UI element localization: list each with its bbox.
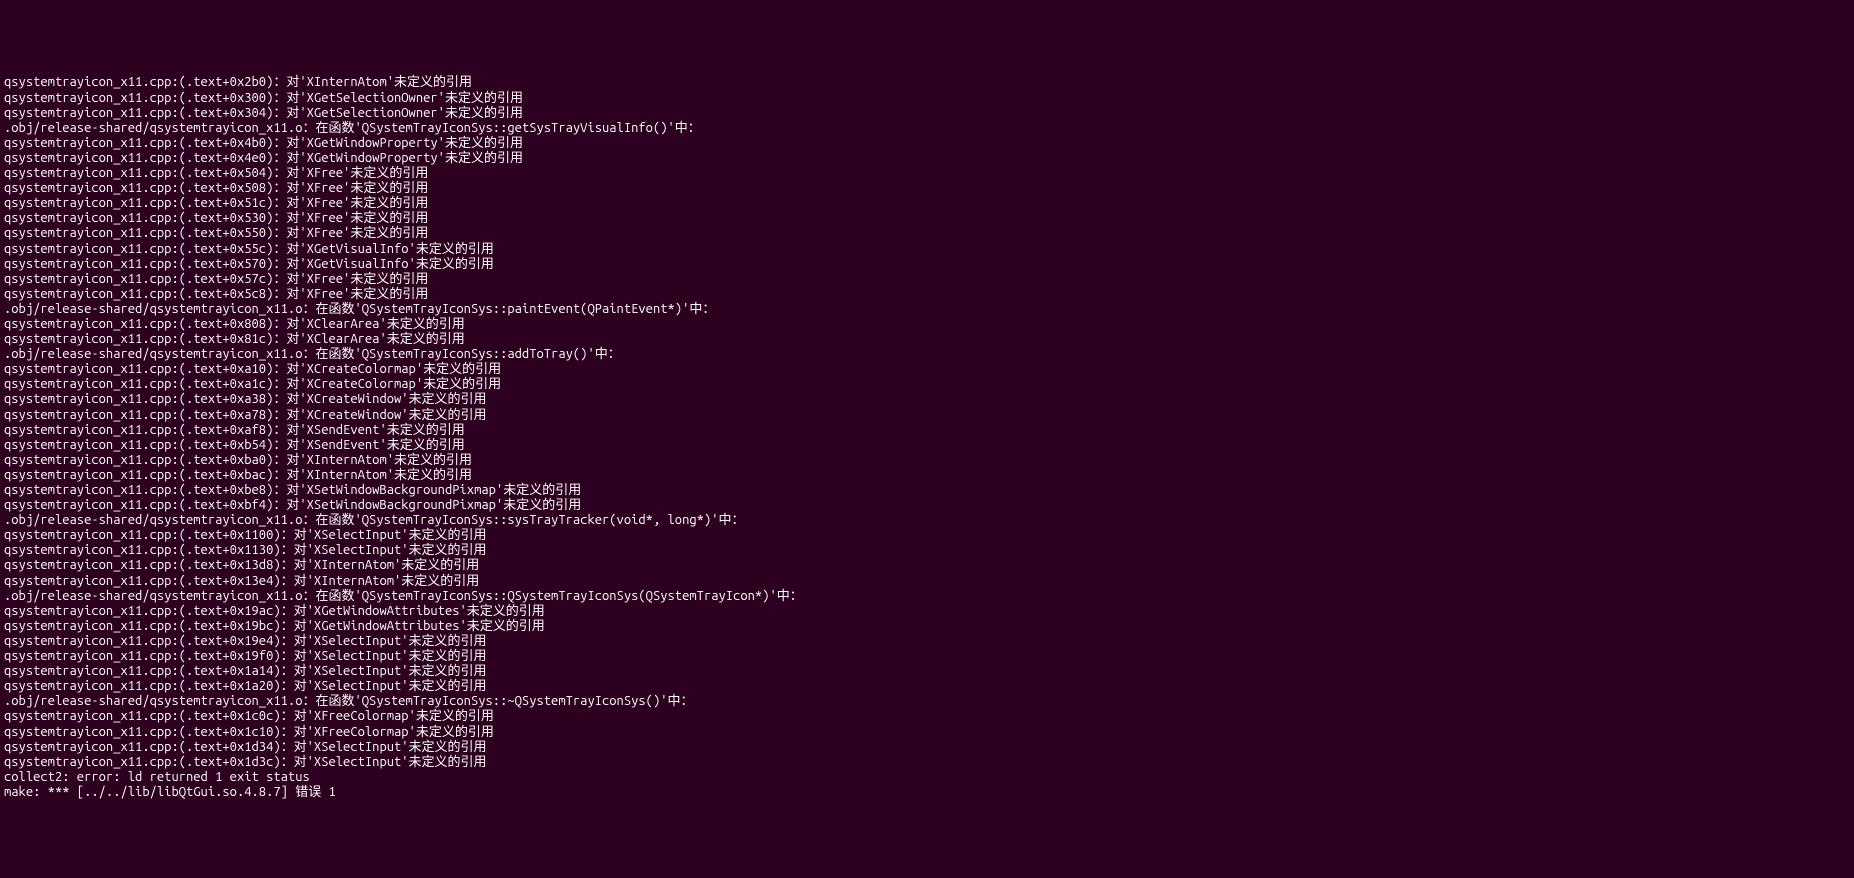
terminal-line: qsystemtrayicon_x11.cpp:(.text+0x300)：对'… xyxy=(4,91,1850,106)
terminal-line: qsystemtrayicon_x11.cpp:(.text+0x304)：对'… xyxy=(4,106,1850,121)
terminal-line: qsystemtrayicon_x11.cpp:(.text+0x4b0)：对'… xyxy=(4,136,1850,151)
terminal-line: qsystemtrayicon_x11.cpp:(.text+0x81c)：对'… xyxy=(4,332,1850,347)
terminal-line: qsystemtrayicon_x11.cpp:(.text+0x1d3c)：对… xyxy=(4,755,1850,770)
terminal-output[interactable]: qsystemtrayicon_x11.cpp:(.text+0x2b0)：对'… xyxy=(0,75,1854,800)
terminal-line: qsystemtrayicon_x11.cpp:(.text+0xba0)：对'… xyxy=(4,453,1850,468)
terminal-line: qsystemtrayicon_x11.cpp:(.text+0x1c0c)：对… xyxy=(4,709,1850,724)
terminal-line: qsystemtrayicon_x11.cpp:(.text+0x508)：对'… xyxy=(4,181,1850,196)
terminal-line: qsystemtrayicon_x11.cpp:(.text+0x5c8)：对'… xyxy=(4,287,1850,302)
terminal-line: qsystemtrayicon_x11.cpp:(.text+0x51c)：对'… xyxy=(4,196,1850,211)
terminal-line: qsystemtrayicon_x11.cpp:(.text+0x1c10)：对… xyxy=(4,725,1850,740)
terminal-line: .obj/release-shared/qsystemtrayicon_x11.… xyxy=(4,589,1850,604)
terminal-line: qsystemtrayicon_x11.cpp:(.text+0x530)：对'… xyxy=(4,211,1850,226)
terminal-line: qsystemtrayicon_x11.cpp:(.text+0xbe8)：对'… xyxy=(4,483,1850,498)
terminal-line: qsystemtrayicon_x11.cpp:(.text+0xbac)：对'… xyxy=(4,468,1850,483)
terminal-line: qsystemtrayicon_x11.cpp:(.text+0x1130)：对… xyxy=(4,543,1850,558)
terminal-line: .obj/release-shared/qsystemtrayicon_x11.… xyxy=(4,513,1850,528)
terminal-line: qsystemtrayicon_x11.cpp:(.text+0x1d34)：对… xyxy=(4,740,1850,755)
terminal-line: qsystemtrayicon_x11.cpp:(.text+0x55c)：对'… xyxy=(4,242,1850,257)
terminal-line: qsystemtrayicon_x11.cpp:(.text+0xb54)：对'… xyxy=(4,438,1850,453)
terminal-line: qsystemtrayicon_x11.cpp:(.text+0x13d8)：对… xyxy=(4,558,1850,573)
terminal-line: qsystemtrayicon_x11.cpp:(.text+0x13e4)：对… xyxy=(4,574,1850,589)
terminal-line: qsystemtrayicon_x11.cpp:(.text+0x550)：对'… xyxy=(4,226,1850,241)
terminal-line: qsystemtrayicon_x11.cpp:(.text+0xa1c)：对'… xyxy=(4,377,1850,392)
terminal-line: qsystemtrayicon_x11.cpp:(.text+0xa10)：对'… xyxy=(4,362,1850,377)
terminal-line: .obj/release-shared/qsystemtrayicon_x11.… xyxy=(4,694,1850,709)
terminal-line: qsystemtrayicon_x11.cpp:(.text+0x19e4)：对… xyxy=(4,634,1850,649)
terminal-line: qsystemtrayicon_x11.cpp:(.text+0x504)：对'… xyxy=(4,166,1850,181)
terminal-line: qsystemtrayicon_x11.cpp:(.text+0x1a20)：对… xyxy=(4,679,1850,694)
terminal-line: qsystemtrayicon_x11.cpp:(.text+0x808)：对'… xyxy=(4,317,1850,332)
terminal-line: qsystemtrayicon_x11.cpp:(.text+0xaf8)：对'… xyxy=(4,423,1850,438)
terminal-line: make: *** [../../lib/libQtGui.so.4.8.7] … xyxy=(4,785,1850,800)
terminal-line: .obj/release-shared/qsystemtrayicon_x11.… xyxy=(4,347,1850,362)
terminal-line: qsystemtrayicon_x11.cpp:(.text+0x19bc)：对… xyxy=(4,619,1850,634)
terminal-line: qsystemtrayicon_x11.cpp:(.text+0x2b0)：对'… xyxy=(4,75,1850,90)
terminal-line: qsystemtrayicon_x11.cpp:(.text+0x19f0)：对… xyxy=(4,649,1850,664)
terminal-line: qsystemtrayicon_x11.cpp:(.text+0xbf4)：对'… xyxy=(4,498,1850,513)
terminal-line: qsystemtrayicon_x11.cpp:(.text+0x570)：对'… xyxy=(4,257,1850,272)
terminal-line: qsystemtrayicon_x11.cpp:(.text+0x4e0)：对'… xyxy=(4,151,1850,166)
terminal-line: .obj/release-shared/qsystemtrayicon_x11.… xyxy=(4,121,1850,136)
terminal-line: qsystemtrayicon_x11.cpp:(.text+0x19ac)：对… xyxy=(4,604,1850,619)
terminal-line: qsystemtrayicon_x11.cpp:(.text+0x57c)：对'… xyxy=(4,272,1850,287)
terminal-line: .obj/release-shared/qsystemtrayicon_x11.… xyxy=(4,302,1850,317)
terminal-line: collect2: error: ld returned 1 exit stat… xyxy=(4,770,1850,785)
terminal-line: qsystemtrayicon_x11.cpp:(.text+0xa78)：对'… xyxy=(4,408,1850,423)
terminal-line: qsystemtrayicon_x11.cpp:(.text+0x1a14)：对… xyxy=(4,664,1850,679)
terminal-line: qsystemtrayicon_x11.cpp:(.text+0xa38)：对'… xyxy=(4,392,1850,407)
terminal-line: qsystemtrayicon_x11.cpp:(.text+0x1100)：对… xyxy=(4,528,1850,543)
